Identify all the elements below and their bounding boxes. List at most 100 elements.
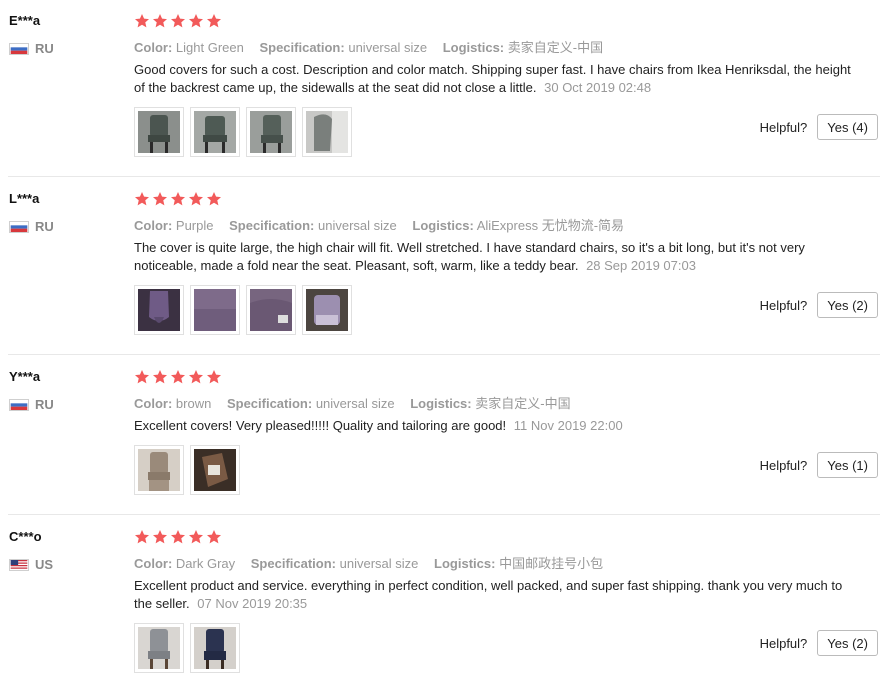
- review-photo[interactable]: [134, 285, 184, 335]
- green-chair-photo: [306, 111, 348, 153]
- star-icon: [171, 530, 185, 544]
- specification-label: Specification:: [250, 556, 337, 571]
- review-date: 28 Sep 2019 07:03: [586, 258, 696, 273]
- star-rating: [134, 529, 222, 545]
- star-icon: [207, 14, 221, 28]
- logistics-label: Logistics:: [412, 218, 474, 233]
- star-rating: [134, 13, 222, 29]
- specification-label: Specification:: [229, 218, 315, 233]
- star-icon: [135, 14, 149, 28]
- star-icon: [135, 530, 149, 544]
- color-value: Purple: [175, 218, 214, 233]
- color-value: Dark Gray: [175, 556, 236, 571]
- reviewer-country: US: [9, 557, 53, 572]
- review-photo[interactable]: [190, 623, 240, 673]
- purple-chair-photo: [138, 289, 180, 331]
- review-photos: [134, 107, 352, 157]
- review-text-block: The cover is quite large, the high chair…: [134, 239, 854, 275]
- review-photo[interactable]: [134, 107, 184, 157]
- helpful-vote: Helpful? Yes (2): [760, 292, 878, 318]
- brown-package-photo: [194, 449, 236, 491]
- logistics-value: 卖家自定义-中国: [475, 396, 571, 411]
- star-rating: [134, 191, 222, 207]
- review-photo[interactable]: [190, 445, 240, 495]
- country-code: US: [35, 557, 54, 572]
- helpful-label: Helpful?: [759, 635, 808, 651]
- review-text-block: Excellent product and service. everythin…: [134, 577, 854, 613]
- star-icon: [171, 192, 185, 206]
- review-text: Excellent covers! Very pleased!!!!! Qual…: [134, 418, 507, 433]
- star-icon: [189, 192, 203, 206]
- helpful-label: Helpful?: [759, 119, 808, 135]
- review-photo[interactable]: [190, 107, 240, 157]
- green-chair-photo: [138, 111, 180, 153]
- star-icon: [189, 530, 203, 544]
- star-icon: [207, 370, 221, 384]
- specification-value: universal size: [339, 556, 419, 571]
- review-photo[interactable]: [246, 107, 296, 157]
- color-value: Light Green: [175, 40, 244, 55]
- helpful-label: Helpful?: [759, 297, 808, 313]
- color-label: Color:: [134, 218, 173, 233]
- purple-fabric-photo: [250, 289, 292, 331]
- navy-chair-photo: [194, 627, 236, 669]
- usa-flag-icon: [9, 558, 29, 571]
- review-attributes: Color: Purple Specification: universal s…: [134, 215, 636, 234]
- review-divider: [8, 514, 880, 515]
- specification-label: Specification:: [226, 396, 313, 411]
- review-date: 30 Oct 2019 02:48: [544, 80, 652, 95]
- green-chair-photo: [250, 111, 292, 153]
- star-rating: [134, 369, 222, 385]
- review-photos: [134, 623, 240, 673]
- logistics-label: Logistics:: [410, 396, 472, 411]
- helpful-vote: Helpful? Yes (1): [760, 452, 878, 478]
- helpful-yes-button[interactable]: Yes (4): [817, 114, 878, 140]
- reviewer-name: E***a: [9, 13, 41, 28]
- helpful-yes-button[interactable]: Yes (2): [817, 292, 878, 318]
- review-photo[interactable]: [302, 107, 352, 157]
- star-icon: [207, 192, 221, 206]
- color-label: Color:: [134, 40, 173, 55]
- review-attributes: Color: Dark Gray Specification: universa…: [134, 553, 615, 572]
- reviewer-country: RU: [9, 41, 54, 56]
- helpful-yes-button[interactable]: Yes (2): [817, 630, 878, 656]
- green-chair-photo: [194, 111, 236, 153]
- russia-flag-icon: [9, 398, 29, 411]
- specification-value: universal size: [348, 40, 428, 55]
- review-text: Good covers for such a cost. Description…: [134, 62, 851, 95]
- review-photo[interactable]: [190, 285, 240, 335]
- country-code: RU: [35, 397, 54, 412]
- specification-label: Specification:: [259, 40, 345, 55]
- logistics-value: 卖家自定义-中国: [507, 40, 604, 55]
- brown-chair-photo: [138, 449, 180, 491]
- review-date: 07 Nov 2019 20:35: [197, 596, 308, 611]
- reviewer-name: C***o: [9, 529, 42, 544]
- star-icon: [153, 370, 167, 384]
- review-photo[interactable]: [134, 445, 184, 495]
- review-photos: [134, 445, 240, 495]
- helpful-yes-button[interactable]: Yes (1): [817, 452, 878, 478]
- country-code: RU: [35, 219, 54, 234]
- review-text-block: Excellent covers! Very pleased!!!!! Qual…: [134, 417, 854, 435]
- country-code: RU: [35, 41, 54, 56]
- gray-chair-photo: [138, 627, 180, 669]
- review-text: The cover is quite large, the high chair…: [134, 240, 805, 273]
- logistics-label: Logistics:: [442, 40, 505, 55]
- review-attributes: Color: Light Green Specification: univer…: [134, 37, 615, 56]
- review-photo[interactable]: [246, 285, 296, 335]
- review-photo[interactable]: [134, 623, 184, 673]
- review-divider: [8, 354, 880, 355]
- color-label: Color:: [134, 396, 173, 411]
- star-icon: [189, 370, 203, 384]
- review-photo[interactable]: [302, 285, 352, 335]
- reviewer-country: RU: [9, 219, 54, 234]
- star-icon: [135, 192, 149, 206]
- review-text-block: Good covers for such a cost. Description…: [134, 61, 854, 97]
- star-icon: [153, 14, 167, 28]
- specification-value: universal size: [317, 218, 397, 233]
- star-icon: [171, 370, 185, 384]
- purple-chair-photo: [306, 289, 348, 331]
- logistics-label: Logistics:: [434, 556, 496, 571]
- specification-value: universal size: [315, 396, 395, 411]
- purple-fabric-photo: [194, 289, 236, 331]
